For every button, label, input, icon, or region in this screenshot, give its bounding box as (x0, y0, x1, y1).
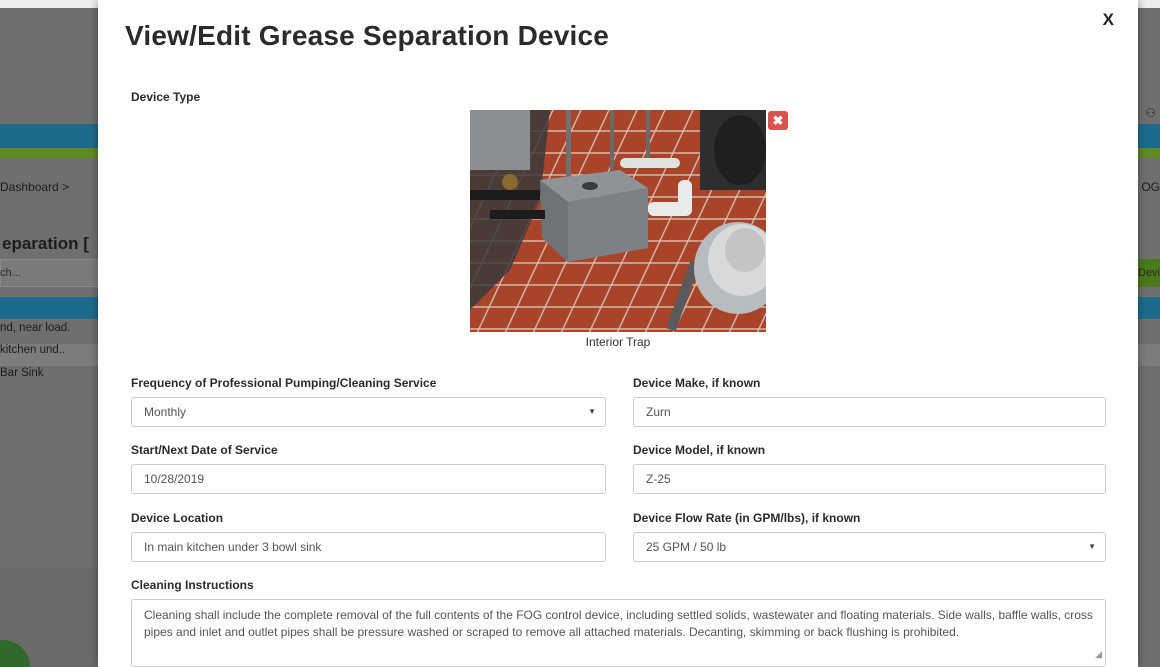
photo-caption: Interior Trap (585, 335, 651, 349)
page-title: eparation [ (2, 234, 89, 253)
model-field[interactable]: Z-25 (633, 464, 1106, 494)
cleaning-instructions-textarea[interactable]: Cleaning shall include the complete remo… (131, 599, 1106, 667)
chevron-down-icon: ▼ (1088, 542, 1096, 551)
frequency-label: Frequency of Professional Pumping/Cleani… (131, 376, 437, 390)
start-date-field[interactable]: 10/28/2019 (131, 464, 606, 494)
cleaning-instructions-value: Cleaning shall include the complete remo… (144, 608, 1093, 639)
flow-rate-label: Device Flow Rate (in GPM/lbs), if known (633, 511, 861, 525)
make-label: Device Make, if known (633, 376, 761, 390)
make-value: Zurn (646, 405, 671, 419)
search-placeholder: ch... (0, 267, 21, 279)
breadcrumb-right: OG (1141, 180, 1160, 194)
grease-trap-photo (470, 110, 766, 332)
cleaning-label: Cleaning Instructions (131, 578, 254, 592)
frequency-select[interactable]: Monthly ▼ (131, 397, 606, 427)
start-date-label: Start/Next Date of Service (131, 443, 278, 457)
model-value: Z-25 (646, 472, 671, 486)
modal-title: View/Edit Grease Separation Device (125, 20, 610, 51)
user-icon: ⚇ (1145, 106, 1156, 120)
device-type-label: Device Type (131, 90, 201, 104)
location-value: In main kitchen under 3 bowl sink (144, 540, 322, 554)
flow-rate-select[interactable]: 25 GPM / 50 lb ▼ (633, 532, 1106, 562)
close-button[interactable]: X (1103, 10, 1114, 30)
frequency-value: Monthly (144, 405, 187, 419)
resize-handle-icon[interactable]: ◢ (1095, 646, 1102, 663)
start-date-value: 10/28/2019 (144, 472, 205, 486)
location-label: Device Location (131, 511, 224, 525)
breadcrumb[interactable]: Dashboard > (0, 180, 69, 194)
device-photo (470, 110, 766, 332)
make-field[interactable]: Zurn (633, 397, 1106, 427)
flow-rate-value: 25 GPM / 50 lb (646, 540, 727, 554)
edit-device-modal: X View/Edit Grease Separation Device Dev… (98, 0, 1138, 667)
chevron-down-icon: ▼ (588, 407, 596, 416)
table-row[interactable]: nd, near load. (0, 322, 70, 334)
location-field[interactable]: In main kitchen under 3 bowl sink (131, 532, 606, 562)
remove-photo-button[interactable]: ✖ (768, 111, 788, 130)
add-device-button[interactable]: Devi (1138, 259, 1160, 287)
table-row[interactable]: Bar Sink (0, 367, 43, 379)
model-label: Device Model, if known (633, 443, 766, 457)
